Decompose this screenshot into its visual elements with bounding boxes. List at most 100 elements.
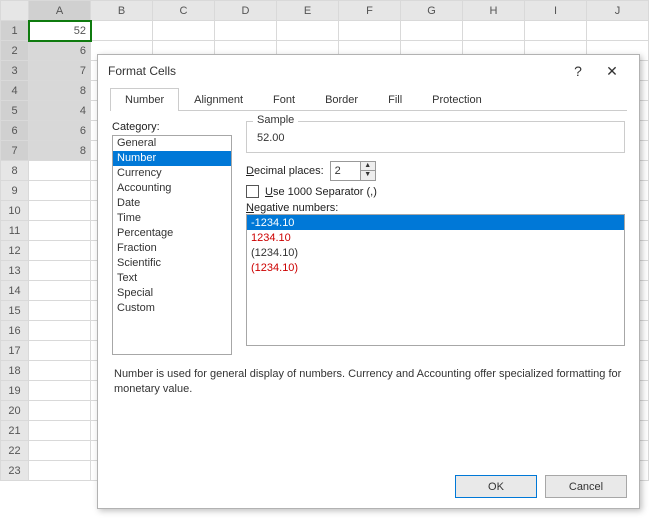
negative-option[interactable]: (1234.10): [247, 245, 624, 260]
row-header[interactable]: 13: [1, 261, 29, 281]
row-header[interactable]: 1: [1, 21, 29, 41]
row-header[interactable]: 8: [1, 161, 29, 181]
tab-protection[interactable]: Protection: [417, 88, 497, 111]
cell[interactable]: [29, 281, 91, 301]
help-icon[interactable]: ?: [561, 63, 595, 79]
category-item[interactable]: Scientific: [113, 256, 231, 271]
tab-font[interactable]: Font: [258, 88, 310, 111]
category-item[interactable]: Text: [113, 271, 231, 286]
cell[interactable]: [29, 221, 91, 241]
cell[interactable]: [29, 441, 91, 461]
cell[interactable]: [29, 421, 91, 441]
column-header[interactable]: B: [91, 1, 153, 21]
row-header[interactable]: 19: [1, 381, 29, 401]
negative-option[interactable]: (1234.10): [247, 260, 624, 275]
row-header[interactable]: 21: [1, 421, 29, 441]
cell[interactable]: [91, 21, 153, 41]
negative-numbers-list[interactable]: -1234.101234.10(1234.10)(1234.10): [246, 214, 625, 346]
cell[interactable]: 8: [29, 141, 91, 161]
cell[interactable]: [29, 241, 91, 261]
row-header[interactable]: 23: [1, 461, 29, 481]
column-header[interactable]: C: [153, 1, 215, 21]
thousand-separator-checkbox[interactable]: [246, 185, 259, 198]
cell[interactable]: [29, 261, 91, 281]
cell[interactable]: [277, 21, 339, 41]
row-header[interactable]: 16: [1, 321, 29, 341]
cell[interactable]: [29, 401, 91, 421]
tab-border[interactable]: Border: [310, 88, 373, 111]
category-item[interactable]: Accounting: [113, 181, 231, 196]
cell[interactable]: [215, 21, 277, 41]
row-header[interactable]: 10: [1, 201, 29, 221]
column-header[interactable]: A: [29, 1, 91, 21]
cell[interactable]: [29, 361, 91, 381]
column-header[interactable]: J: [587, 1, 649, 21]
row-header[interactable]: 5: [1, 101, 29, 121]
cancel-button[interactable]: Cancel: [545, 475, 627, 498]
category-item[interactable]: Currency: [113, 166, 231, 181]
row-header[interactable]: 9: [1, 181, 29, 201]
category-item[interactable]: Custom: [113, 301, 231, 316]
cell[interactable]: [339, 21, 401, 41]
cell[interactable]: [29, 341, 91, 361]
decimal-places-input[interactable]: 2 ▲ ▼: [330, 161, 376, 181]
spin-up-icon[interactable]: ▲: [361, 162, 375, 171]
select-all-cell[interactable]: [1, 1, 29, 21]
category-item[interactable]: General: [113, 136, 231, 151]
row-header[interactable]: 6: [1, 121, 29, 141]
cell[interactable]: 6: [29, 41, 91, 61]
cell[interactable]: [29, 301, 91, 321]
cell[interactable]: [29, 201, 91, 221]
column-header[interactable]: G: [401, 1, 463, 21]
row-header[interactable]: 22: [1, 441, 29, 461]
category-item[interactable]: Date: [113, 196, 231, 211]
row-header[interactable]: 11: [1, 221, 29, 241]
row-header[interactable]: 20: [1, 401, 29, 421]
negative-option[interactable]: 1234.10: [247, 230, 624, 245]
row-header[interactable]: 12: [1, 241, 29, 261]
cell[interactable]: [29, 161, 91, 181]
row-header[interactable]: 2: [1, 41, 29, 61]
category-list[interactable]: GeneralNumberCurrencyAccountingDateTimeP…: [112, 135, 232, 355]
category-item[interactable]: Fraction: [113, 241, 231, 256]
cell[interactable]: [401, 21, 463, 41]
cell[interactable]: 52: [29, 21, 91, 41]
category-item[interactable]: Time: [113, 211, 231, 226]
cell[interactable]: [29, 321, 91, 341]
cell[interactable]: [29, 181, 91, 201]
category-item[interactable]: Number: [113, 151, 231, 166]
cell[interactable]: [153, 21, 215, 41]
row-header[interactable]: 14: [1, 281, 29, 301]
cell[interactable]: [463, 21, 525, 41]
row-header[interactable]: 4: [1, 81, 29, 101]
cell[interactable]: [29, 461, 91, 481]
negative-option[interactable]: -1234.10: [247, 215, 624, 230]
row-header[interactable]: 15: [1, 301, 29, 321]
cell[interactable]: 4: [29, 101, 91, 121]
row-header[interactable]: 3: [1, 61, 29, 81]
cell[interactable]: 6: [29, 121, 91, 141]
spin-down-icon[interactable]: ▼: [361, 171, 375, 180]
category-item[interactable]: Percentage: [113, 226, 231, 241]
cell[interactable]: 8: [29, 81, 91, 101]
row-header[interactable]: 18: [1, 361, 29, 381]
cell[interactable]: [587, 21, 649, 41]
tab-fill[interactable]: Fill: [373, 88, 417, 111]
column-header[interactable]: D: [215, 1, 277, 21]
close-icon[interactable]: ✕: [595, 63, 629, 80]
column-header[interactable]: E: [277, 1, 339, 21]
category-label: Category:: [112, 121, 232, 133]
cell[interactable]: 7: [29, 61, 91, 81]
column-header[interactable]: I: [525, 1, 587, 21]
cell[interactable]: [525, 21, 587, 41]
row-header[interactable]: 17: [1, 341, 29, 361]
tab-alignment[interactable]: Alignment: [179, 88, 258, 111]
column-header[interactable]: H: [463, 1, 525, 21]
category-item[interactable]: Special: [113, 286, 231, 301]
column-header[interactable]: F: [339, 1, 401, 21]
row-header[interactable]: 7: [1, 141, 29, 161]
tab-number[interactable]: Number: [110, 88, 179, 111]
ok-button[interactable]: OK: [455, 475, 537, 498]
format-cells-dialog: Format Cells ? ✕ NumberAlignmentFontBord…: [97, 54, 640, 509]
cell[interactable]: [29, 381, 91, 401]
